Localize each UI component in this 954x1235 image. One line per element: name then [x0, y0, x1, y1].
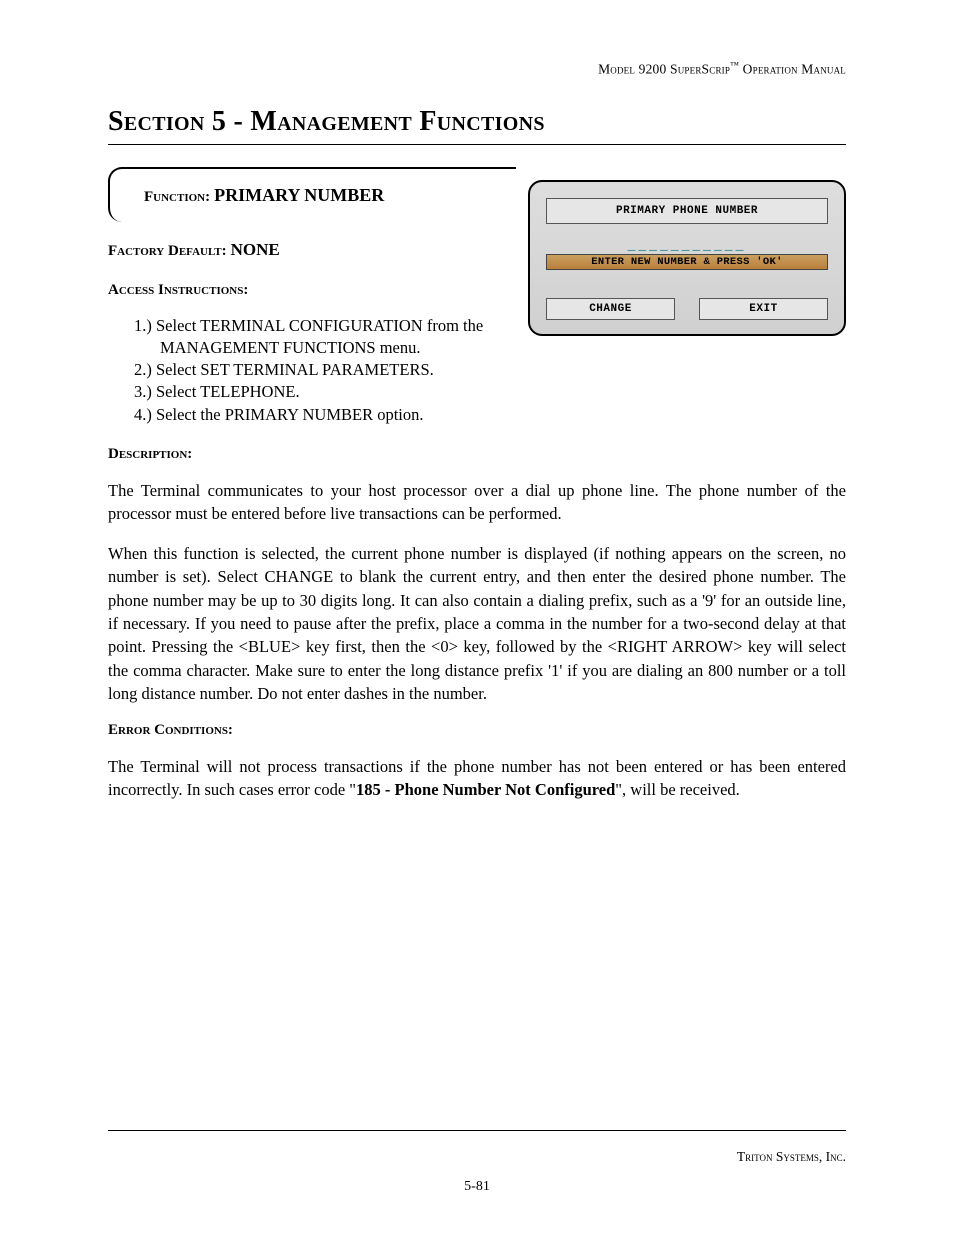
- terminal-exit-button: EXIT: [699, 298, 828, 320]
- function-value: PRIMARY NUMBER: [214, 185, 384, 205]
- error-paragraph: The Terminal will not process transactio…: [108, 755, 846, 802]
- access-step-2: 2.) Select SET TERMINAL PARAMETERS.: [134, 359, 516, 381]
- terminal-frame: PRIMARY PHONE NUMBER ___________ ENTER N…: [528, 180, 846, 336]
- header-manual: Operation Manual: [739, 62, 846, 77]
- access-step-1: 1.) Select TERMINAL CONFIGURATION from t…: [134, 315, 516, 360]
- terminal-title-box: PRIMARY PHONE NUMBER: [546, 198, 828, 224]
- access-instructions-heading: Access Instructions:: [108, 282, 516, 299]
- description-paragraph-1: The Terminal communicates to your host p…: [108, 479, 846, 526]
- function-label: Function:: [144, 189, 210, 205]
- trademark-symbol: ™: [730, 60, 739, 70]
- factory-default-value: NONE: [231, 240, 280, 259]
- access-instructions-list: 1.) Select TERMINAL CONFIGURATION from t…: [108, 315, 516, 426]
- section-rule: [108, 144, 846, 145]
- footer-company: Triton Systems, Inc.: [108, 1149, 846, 1165]
- error-code: 185 - Phone Number Not Configured: [356, 780, 615, 799]
- description-heading: Description:: [108, 446, 846, 463]
- terminal-input-placeholder: ___________: [546, 238, 828, 253]
- terminal-screenshot: PRIMARY PHONE NUMBER ___________ ENTER N…: [528, 180, 846, 336]
- function-heading-box: Function: PRIMARY NUMBER: [108, 167, 516, 222]
- error-conditions-heading: Error Conditions:: [108, 722, 846, 739]
- access-step-4: 4.) Select the PRIMARY NUMBER option.: [134, 404, 516, 426]
- running-header: Model 9200 SuperScrip™ Operation Manual: [108, 60, 846, 78]
- section-title: Section 5 - Management Functions: [108, 106, 846, 138]
- error-text-after: ", will be received.: [615, 780, 739, 799]
- terminal-instruction-box: ENTER NEW NUMBER & PRESS 'OK': [546, 254, 828, 270]
- footer-rule: [108, 1130, 846, 1131]
- access-step-3: 3.) Select TELEPHONE.: [134, 381, 516, 403]
- footer-page-number: 5-81: [108, 1179, 846, 1195]
- header-model: Model 9200 SuperScrip: [598, 62, 730, 77]
- description-paragraph-2: When this function is selected, the curr…: [108, 542, 846, 706]
- terminal-change-button: CHANGE: [546, 298, 675, 320]
- factory-default-label: Factory Default:: [108, 243, 227, 259]
